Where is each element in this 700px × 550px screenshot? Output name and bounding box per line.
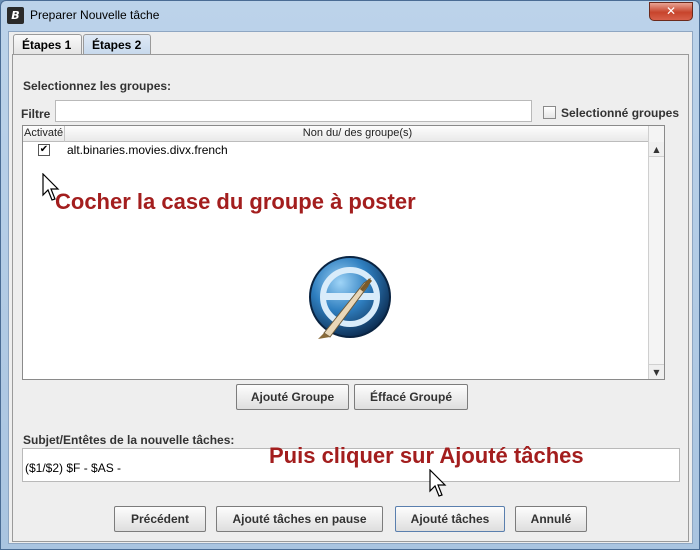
group-name: alt.binaries.movies.divx.french: [67, 143, 228, 157]
app-window: B Preparer Nouvelle tâche ✕ Étapes 1 Éta…: [0, 0, 700, 550]
app-logo-icon: [309, 256, 391, 339]
window-title: Preparer Nouvelle tâche: [30, 8, 160, 22]
tab-etapes-2[interactable]: Étapes 2: [83, 34, 151, 55]
mouse-cursor-icon: [429, 469, 447, 497]
subject-value: ($1/$2) $F - $AS -: [25, 461, 122, 475]
groups-heading: Selectionnez les groupes:: [23, 79, 172, 93]
subject-label: Subjet/Entêtes de la nouvelle tâches:: [23, 433, 235, 447]
table-header: Activaté Non du/ des groupe(s): [23, 126, 664, 142]
filter-input[interactable]: [55, 100, 532, 122]
title-bar[interactable]: B Preparer Nouvelle tâche ✕: [1, 1, 699, 31]
column-header-activate[interactable]: Activaté: [24, 127, 63, 139]
scroll-up-icon[interactable]: ▲: [649, 142, 664, 157]
mouse-cursor-icon: [42, 173, 60, 201]
table-row[interactable]: ✔ alt.binaries.movies.divx.french: [23, 142, 664, 158]
previous-button[interactable]: Précédent: [114, 506, 206, 532]
add-tasks-paused-button[interactable]: Ajouté tâches en pause: [216, 506, 383, 532]
filter-label: Filtre: [21, 107, 51, 121]
add-group-button[interactable]: Ajouté Groupe: [236, 384, 349, 410]
dialog-body: Étapes 1 Étapes 2 Selectionnez les group…: [8, 31, 693, 544]
tab-panel: Selectionnez les groupes: Filtre Selecti…: [12, 54, 689, 542]
annotation-step-2: Puis cliquer sur Ajouté tâches: [269, 443, 584, 468]
selected-groups-checkbox[interactable]: [543, 106, 556, 119]
add-tasks-button[interactable]: Ajouté tâches: [395, 506, 505, 532]
column-header-group-name[interactable]: Non du/ des groupe(s): [65, 127, 650, 139]
vertical-scrollbar[interactable]: ▲ ▼: [648, 126, 664, 379]
row-checkbox[interactable]: ✔: [38, 144, 50, 156]
close-button[interactable]: ✕: [649, 2, 693, 21]
cancel-button[interactable]: Annulé: [515, 506, 587, 532]
delete-group-button[interactable]: Éffacé Groupé: [354, 384, 468, 410]
scroll-down-icon[interactable]: ▼: [649, 364, 664, 379]
app-icon: B: [7, 7, 24, 24]
annotation-step-1: Cocher la case du groupe à poster: [55, 189, 416, 214]
selected-groups-label[interactable]: Selectionné groupes: [561, 106, 679, 120]
tab-etapes-1[interactable]: Étapes 1: [13, 34, 82, 55]
